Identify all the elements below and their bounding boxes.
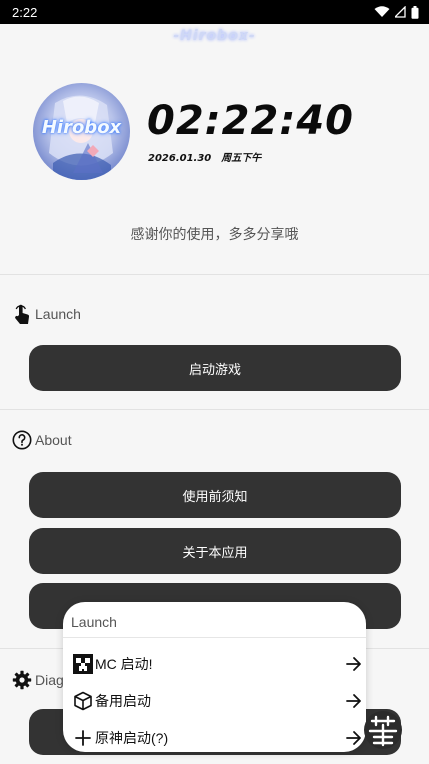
help-circle-icon [12, 430, 32, 450]
clock-date: 2026.01.30 [148, 153, 212, 164]
touch-icon [15, 304, 30, 324]
launch-popup-menu: Launch MC 启动! 备用启动 原神启动(?) [63, 602, 366, 752]
avatar[interactable]: Hirobox [33, 83, 130, 180]
app-logo: -Hirobox- [173, 28, 256, 44]
clock-weekday: 周五下午 [221, 153, 262, 164]
thanks-message: 感谢你的使用，多多分享哦 [130, 227, 299, 243]
arrow-right-icon [346, 657, 361, 671]
popup-title: Launch [71, 614, 117, 630]
popup-item-genshin-launch[interactable]: 原神启动(?) [63, 722, 366, 752]
popup-item-label: 备用启动 [95, 693, 151, 709]
clock-date-line: 2026.01.30 周五下午 [148, 149, 271, 164]
divider [0, 274, 429, 275]
launch-section-title: Launch [35, 306, 81, 322]
about-section-header: About [12, 430, 72, 450]
launch-section-header: Launch [12, 303, 81, 325]
arrow-right-icon [346, 731, 361, 745]
status-bar: 2:22 [0, 0, 429, 24]
popup-item-label: MC 启动! [95, 656, 153, 672]
start-game-button[interactable]: 启动游戏 [29, 345, 401, 391]
gear-icon [12, 670, 32, 690]
popup-item-backup-launch[interactable]: 备用启动 [63, 685, 366, 717]
battery-icon [411, 5, 419, 19]
popup-divider [63, 637, 366, 638]
read-before-use-button[interactable]: 使用前须知 [29, 472, 401, 518]
divider [0, 409, 429, 410]
about-app-button[interactable]: 关于本应用 [29, 528, 401, 574]
popup-item-mc-launch[interactable]: MC 启动! [63, 648, 366, 680]
status-time: 2:22 [12, 4, 38, 20]
avatar-logo-text: Hirobox [41, 117, 122, 138]
stamp-glyph-icon [368, 715, 398, 747]
popup-item-label: 原神启动(?) [95, 730, 169, 746]
cube-icon [74, 691, 92, 711]
arrow-right-icon [346, 694, 361, 708]
creeper-icon [73, 654, 93, 674]
floating-action-button[interactable] [364, 711, 402, 749]
signal-icon [395, 6, 406, 18]
about-section-title: About [35, 432, 72, 448]
diag-section-header: Diag [12, 670, 64, 690]
wifi-icon [374, 6, 390, 17]
clock-time: 02:22:40 [147, 98, 354, 144]
plus-icon [75, 730, 91, 746]
status-icons [374, 5, 419, 19]
diag-section-title: Diag [35, 672, 64, 688]
